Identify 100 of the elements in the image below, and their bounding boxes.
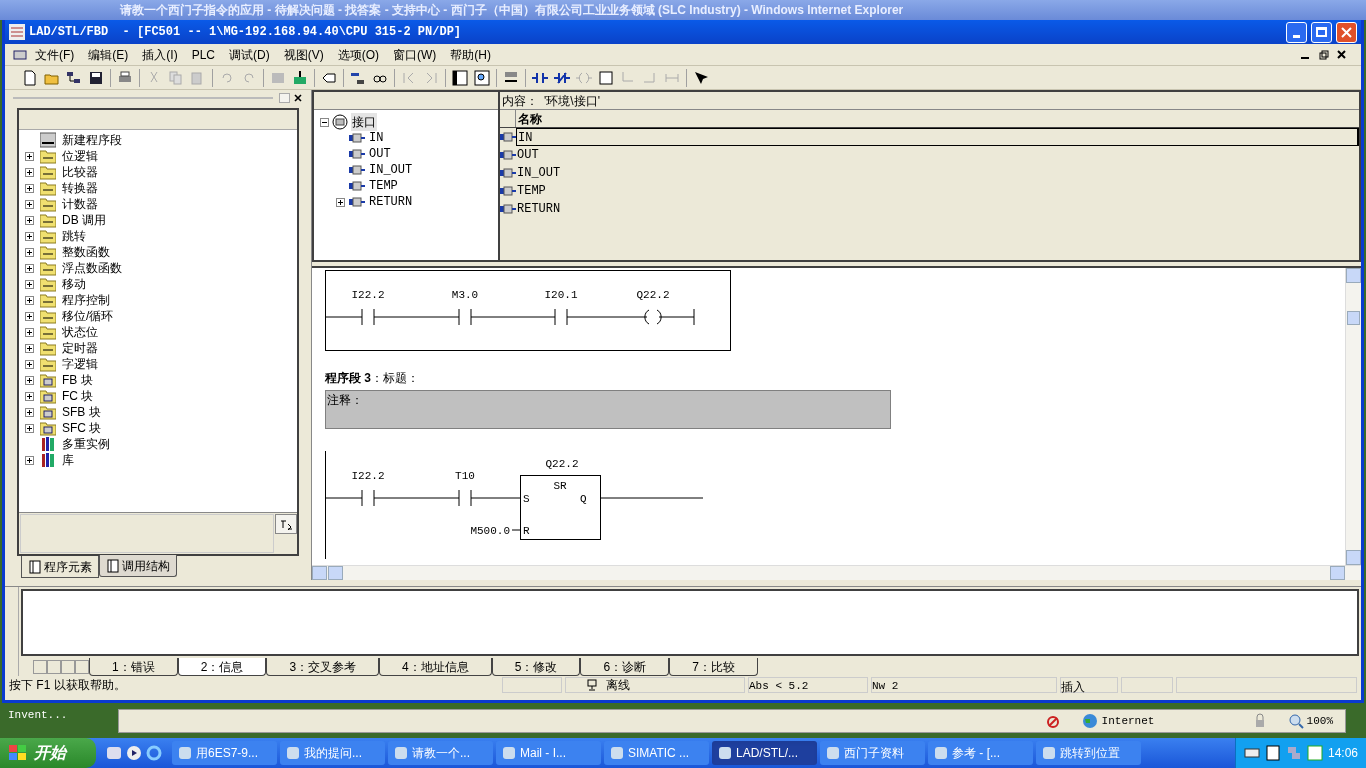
taskbar-button[interactable]: 跳转到位置 [1036, 741, 1141, 765]
tree-item[interactable]: 多重实例 [62, 435, 110, 453]
port-icon [349, 181, 365, 191]
output-tab[interactable]: 1：错误 [89, 658, 178, 676]
menu-item[interactable]: 窗口(W) [387, 45, 443, 64]
status-position: Abs < 5.2 [748, 677, 868, 693]
panel-tab[interactable]: 程序元素 [21, 556, 99, 578]
tree-item[interactable]: TEMP [369, 177, 398, 195]
app-icon [394, 746, 408, 760]
menu-item[interactable]: PLC [185, 45, 221, 64]
folder-icon [40, 356, 56, 372]
desktop-icon [106, 745, 122, 761]
folder-icon [40, 292, 56, 308]
tree-item[interactable]: 比较器 [62, 163, 98, 181]
help-text: 按下 F1 以获取帮助。 [9, 677, 127, 694]
tab-icon [28, 559, 42, 574]
tree-item[interactable]: FB 块 [62, 371, 93, 389]
tree-item[interactable]: 浮点数函数 [62, 259, 122, 277]
tree-item[interactable]: 移动 [62, 275, 86, 293]
panel-tab[interactable]: 调用结构 [99, 555, 177, 577]
operand-label: I22.2 [351, 289, 385, 301]
output-tab[interactable]: 7：比较 [669, 658, 758, 676]
tree-item[interactable]: 库 [62, 451, 74, 469]
expand-icon [25, 375, 34, 385]
status-cell [1121, 677, 1173, 693]
tree-item[interactable]: 移位/循环 [62, 307, 114, 325]
menu-item[interactable]: 视图(V) [277, 45, 330, 64]
tree-item[interactable]: IN_OUT [369, 161, 413, 179]
interface-icon [332, 114, 348, 130]
zoom-level[interactable]: 100% [1306, 712, 1333, 730]
output-tab[interactable]: 5：修改 [491, 658, 581, 676]
taskbar-button[interactable]: Mail - I... [496, 741, 601, 765]
output-tab[interactable]: 2：信息 [177, 658, 267, 676]
taskbar-button[interactable]: 用6ES7-9... [172, 741, 277, 765]
taskbar-button[interactable]: LAD/STL/... [712, 741, 817, 765]
start-button[interactable]: 开始 [0, 738, 96, 768]
tree-item[interactable]: SFC 块 [62, 419, 102, 437]
box-icon [598, 69, 614, 86]
pin-label: S [523, 493, 530, 505]
tree-item[interactable]: IN [369, 129, 384, 147]
tree-item[interactable]: 计数器 [62, 195, 98, 213]
folder-icon [40, 372, 56, 388]
tree-item[interactable]: 转换器 [62, 179, 98, 197]
folder-icon [40, 324, 56, 340]
tree-item[interactable]: 接口 [351, 113, 377, 131]
menu-item[interactable]: 调试(D) [223, 45, 276, 64]
table-row[interactable]: RETURN [516, 200, 1359, 218]
tree-item[interactable]: 跳转 [62, 227, 86, 245]
tree-item[interactable]: 新建程序段 [62, 131, 122, 149]
tree-item[interactable]: 整数函数 [62, 243, 110, 261]
output-tab[interactable]: 6：诊断 [580, 658, 670, 676]
menu-item[interactable]: 选项(O) [331, 45, 385, 64]
taskbar-button[interactable]: SIMATIC ... [604, 741, 709, 765]
taskbar-button[interactable]: 我的提问... [280, 741, 385, 765]
port-icon [349, 149, 365, 159]
app-icon [178, 746, 192, 760]
tree-item[interactable]: SFB 块 [62, 403, 101, 421]
taskbar-button[interactable]: 参考 - [... [928, 741, 1033, 765]
expand-icon [25, 215, 34, 225]
new-file-icon [22, 69, 38, 86]
table-row[interactable]: IN_OUT [516, 164, 1359, 182]
close-icon [1337, 50, 1346, 59]
vertical-scrollbar[interactable] [1345, 268, 1361, 565]
horizontal-scrollbar[interactable] [312, 565, 1361, 580]
table-row[interactable]: IN [516, 128, 1359, 146]
tree-item[interactable]: RETURN [369, 193, 413, 211]
operand-label: I22.2 [351, 470, 385, 482]
tree-item[interactable]: 程序控制 [62, 291, 110, 309]
minimize-icon [1301, 56, 1309, 59]
tree-item[interactable]: 字逻辑 [62, 355, 98, 373]
tree-item[interactable]: OUT [369, 145, 391, 163]
tree-item[interactable]: FC 块 [62, 387, 94, 405]
close-button[interactable] [292, 93, 303, 103]
zoom-icon [1287, 713, 1304, 729]
tree-item[interactable]: DB 调用 [62, 211, 106, 229]
comment-field[interactable]: 注释： [325, 390, 891, 429]
content-label: 内容： [502, 92, 538, 110]
menu-item[interactable]: 编辑(E) [82, 45, 135, 64]
tree-item[interactable]: 位逻辑 [62, 147, 98, 165]
document-icon [13, 48, 27, 61]
table-row[interactable]: TEMP [516, 182, 1359, 200]
folder-icon [40, 164, 56, 180]
output-tab[interactable]: 4：地址信息 [379, 658, 492, 676]
maximize-button[interactable] [1311, 21, 1332, 43]
folder-icon [40, 308, 56, 324]
blocked-eye-icon [1045, 713, 1062, 729]
menu-item[interactable]: 文件(F) [29, 45, 81, 64]
folder-icon [40, 404, 56, 420]
taskbar-button[interactable]: 请教一个... [388, 741, 493, 765]
port-icon [500, 150, 516, 160]
menu-item[interactable]: 插入(I) [136, 45, 184, 64]
expand-icon [25, 247, 34, 257]
menu-item[interactable]: 帮助(H) [444, 45, 497, 64]
output-tab[interactable]: 3：交叉参考 [266, 658, 380, 676]
tree-item[interactable]: 状态位 [62, 323, 98, 341]
insert-button[interactable] [275, 514, 297, 534]
tree-item[interactable]: 定时器 [62, 339, 98, 357]
folder-icon [40, 260, 56, 276]
table-row[interactable]: OUT [516, 146, 1359, 164]
taskbar-button[interactable]: 西门子资料 [820, 741, 925, 765]
